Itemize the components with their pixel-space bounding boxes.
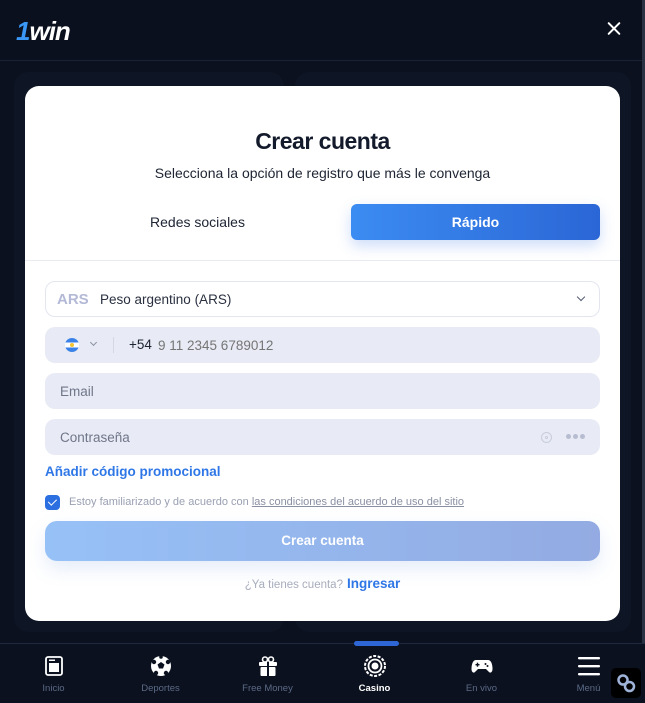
home-icon bbox=[45, 656, 63, 676]
nav-item-casino[interactable]: Casino bbox=[321, 644, 428, 703]
registration-modal: Crear cuenta Selecciona la opción de reg… bbox=[25, 86, 620, 621]
gamepad-icon bbox=[471, 660, 493, 673]
chevron-down-icon bbox=[576, 292, 586, 302]
terms-text: Estoy familiarizado y de acuerdo con las… bbox=[69, 496, 465, 508]
country-chevron-down-icon[interactable] bbox=[89, 338, 98, 347]
nav-item-inicio[interactable]: Inicio bbox=[0, 644, 107, 703]
create-account-button[interactable]: Crear cuenta bbox=[45, 521, 600, 561]
modal-subtitle: Selecciona la opción de registro que más… bbox=[154, 165, 491, 181]
tab-quick[interactable]: Rápido bbox=[351, 204, 600, 240]
logo[interactable]: 1win bbox=[16, 16, 71, 47]
top-bar: 1win bbox=[0, 0, 645, 61]
password-input[interactable] bbox=[60, 419, 520, 455]
casino-chip-icon bbox=[364, 655, 386, 677]
phone-field: +54 bbox=[45, 327, 600, 363]
nav-item-en-vivo[interactable]: En vivo bbox=[428, 644, 535, 703]
gift-icon bbox=[259, 656, 277, 676]
login-prompt: ¿Ya tienes cuenta? Ingresar bbox=[244, 576, 401, 591]
argentina-flag-icon[interactable] bbox=[65, 338, 79, 352]
currency-code: ARS bbox=[57, 291, 89, 308]
divider bbox=[25, 260, 620, 261]
menu-icon bbox=[578, 657, 600, 676]
nav-item-free-money[interactable]: Free Money bbox=[214, 644, 321, 703]
nav-item-deportes[interactable]: Deportes bbox=[107, 644, 214, 703]
phone-input[interactable] bbox=[158, 327, 558, 363]
phone-prefix: +54 bbox=[129, 337, 152, 352]
bottom-nav: Inicio Deportes Free Money Casino En viv… bbox=[0, 641, 645, 703]
add-promo-code-link[interactable]: Añadir código promocional bbox=[45, 464, 221, 479]
email-input[interactable] bbox=[60, 373, 520, 409]
modal-title: Crear cuenta bbox=[255, 128, 390, 154]
currency-name: Peso argentino (ARS) bbox=[100, 292, 232, 307]
password-generator-icon[interactable] bbox=[566, 434, 585, 439]
password-field bbox=[45, 419, 600, 455]
link-icon bbox=[617, 674, 636, 693]
close-icon[interactable] bbox=[604, 19, 624, 39]
currency-select[interactable]: ARS Peso argentino (ARS) bbox=[45, 281, 600, 317]
support-button[interactable] bbox=[611, 668, 641, 698]
eye-icon[interactable] bbox=[541, 432, 552, 443]
email-field bbox=[45, 373, 600, 409]
separator bbox=[113, 337, 114, 353]
tab-social-networks[interactable]: Redes sociales bbox=[45, 204, 350, 240]
terms-link[interactable]: las condiciones del acuerdo de uso del s… bbox=[252, 496, 464, 508]
terms-checkbox[interactable] bbox=[45, 495, 60, 510]
soccer-ball-icon bbox=[151, 655, 171, 676]
login-link[interactable]: Ingresar bbox=[347, 576, 400, 591]
